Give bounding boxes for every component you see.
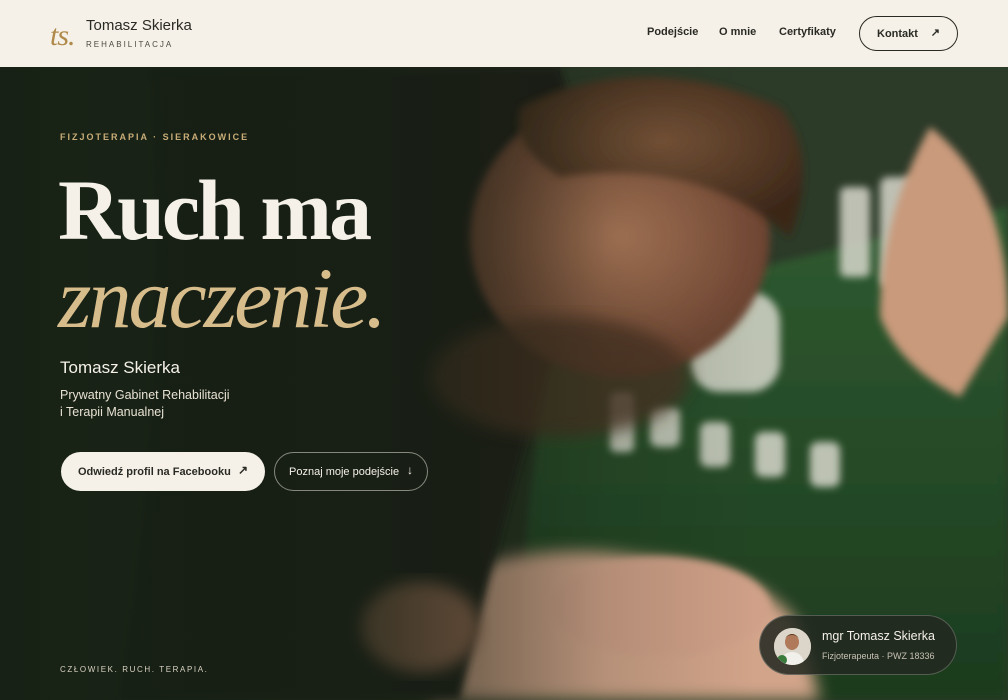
hero-section: FIZJOTERAPIA · SIERAKOWICE Ruch ma znacz… [0, 67, 1008, 700]
approach-button[interactable]: Poznaj moje podejście ↓ [274, 452, 428, 491]
hero-tagline: CZŁOWIEK. RUCH. TERAPIA. [60, 665, 209, 674]
hero-description: Prywatny Gabinet Rehabilitacji i Terapii… [60, 387, 260, 421]
nav-link-about[interactable]: O mnie [719, 26, 756, 38]
avatar [774, 628, 811, 665]
arrow-up-right-icon: ↗ [237, 463, 248, 477]
nav-link-approach[interactable]: Podejście [647, 26, 698, 38]
logo-mark[interactable]: ts. [50, 19, 75, 53]
headline-line-2: znaczenie. [58, 250, 387, 346]
facebook-profile-button[interactable]: Odwiedź profil na Facebooku ↗ [61, 452, 265, 491]
approach-button-label: Poznaj moje podejście [289, 465, 400, 478]
brand-subtitle: REHABILITACJA [86, 40, 174, 49]
description-line-2: i Terapii Manualnej [60, 405, 164, 419]
arrow-down-icon: ↓ [407, 463, 413, 477]
card-title: Fizjoterapeuta · PWZ 18336 [822, 651, 935, 661]
therapist-card[interactable]: mgr Tomasz Skierka Fizjoterapeuta · PWZ … [759, 615, 957, 675]
person-name: Tomasz Skierka [60, 358, 180, 377]
site-header: ts. Tomasz Skierka REHABILITACJA Podejśc… [0, 0, 1008, 67]
hero-eyebrow: FIZJOTERAPIA · SIERAKOWICE [60, 132, 250, 142]
headline-line-1: Ruch ma [58, 162, 372, 258]
facebook-button-label: Odwiedź profil na Facebooku [78, 465, 231, 478]
description-line-1: Prywatny Gabinet Rehabilitacji [60, 388, 230, 402]
brand-name[interactable]: Tomasz Skierka [86, 17, 192, 34]
contact-button-label: Kontakt [877, 27, 918, 40]
nav-link-certificates[interactable]: Certyfikaty [779, 26, 836, 38]
contact-button[interactable]: Kontakt ↗ [859, 16, 958, 51]
arrow-up-right-icon: ↗ [930, 27, 940, 39]
card-name: mgr Tomasz Skierka [822, 629, 935, 643]
